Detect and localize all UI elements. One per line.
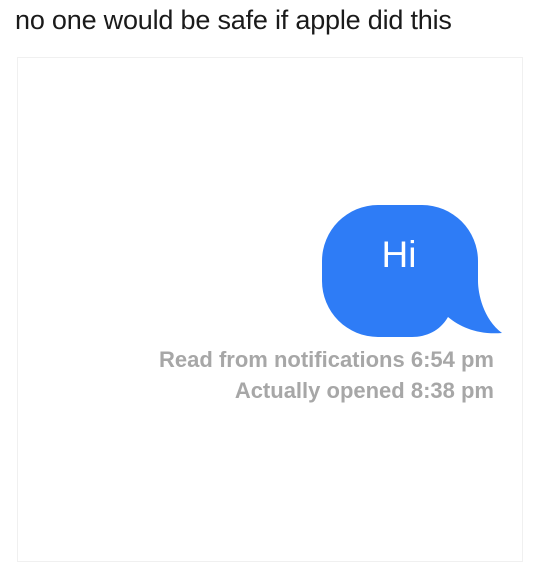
imessage-screenshot: Hi Read from notifications 6:54 pm Actua…: [17, 57, 523, 562]
read-receipt-line-opened: Actually opened 8:38 pm: [234, 378, 494, 403]
read-receipt-line-notifications: Read from notifications 6:54 pm: [159, 347, 494, 372]
read-receipt: Read from notifications 6:54 pm Actually…: [159, 344, 494, 406]
meme-caption: no one would be safe if apple did this: [15, 5, 452, 35]
message-text: Hi: [381, 234, 417, 275]
message-bubble[interactable]: Hi: [318, 205, 502, 337]
